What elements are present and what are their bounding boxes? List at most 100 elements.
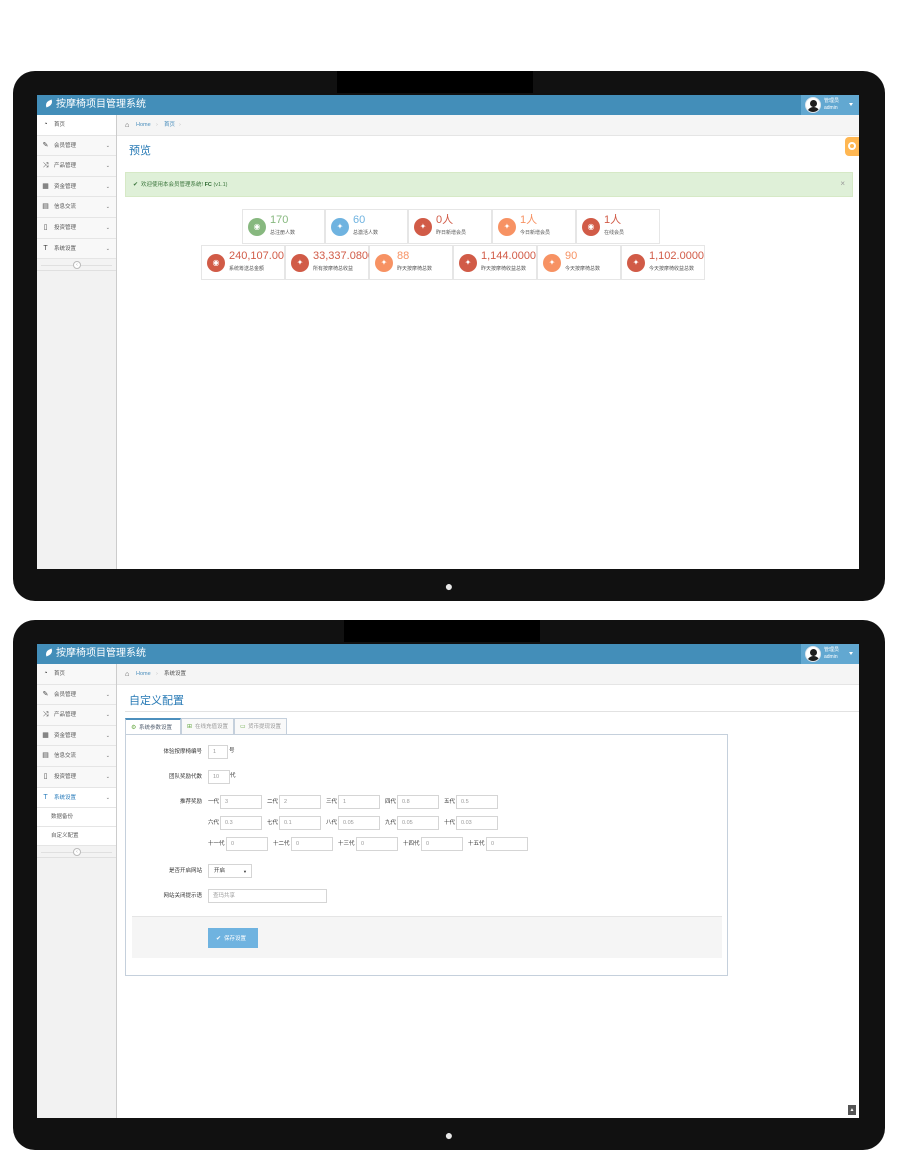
- screen-settings: 按摩椅项目管理系统 管理员 admin ◔ 首页 ✎ 会员管理 ⌄ ⤨ 产品管理 ⌄ ▦ 资…: [37, 644, 859, 1118]
- welcome-alert: ✔ 欢迎使用本会员管理系统! FC (v1.1) ×: [125, 172, 853, 197]
- team-reward-input[interactable]: 10: [208, 770, 230, 784]
- user-menu[interactable]: 管理员 admin: [801, 644, 859, 664]
- chevron-down-icon: ⌄: [105, 732, 110, 739]
- site-open-select[interactable]: 开启 ▼: [208, 864, 252, 878]
- chevron-down-icon: ⌄: [105, 183, 110, 190]
- gen-input[interactable]: 0: [226, 837, 268, 851]
- brand[interactable]: 按摩椅项目管理系统: [44, 648, 146, 660]
- stat-card: ◉ 170 总注册人数: [242, 209, 325, 244]
- sidebar-item-funds[interactable]: ▦ 资金管理 ⌄: [37, 725, 116, 747]
- settings-toggle[interactable]: [845, 137, 859, 156]
- sidebar-item-invest[interactable]: ▯ 投资管理 ⌄: [37, 217, 116, 239]
- gen-input[interactable]: 3: [220, 795, 262, 809]
- sidebar-item-label: 产品管理: [54, 712, 77, 719]
- comments-icon: ◉: [582, 218, 600, 236]
- stat-label: 系统筹送总金额: [229, 266, 265, 272]
- stat-value: 1人: [520, 214, 538, 226]
- breadcrumb-current[interactable]: 首页: [164, 122, 175, 129]
- gen-input[interactable]: 0.5: [456, 795, 498, 809]
- caret-down-icon: [849, 103, 853, 106]
- stat-label: 昨天按摩椅收益总数: [481, 266, 527, 272]
- sidebar-subitem-backup[interactable]: 数据备份: [37, 808, 116, 828]
- sidebar-item-members[interactable]: ✎ 会员管理 ⌄: [37, 135, 116, 157]
- site-open-label: 是否开启网站: [168, 868, 202, 874]
- form-actions: ✔ 保存设置: [132, 916, 722, 958]
- sidebar-item-messages[interactable]: ▤ 信息交流 ⌄: [37, 197, 116, 218]
- sidebar-item-products[interactable]: ⤨ 产品管理 ⌄: [37, 156, 116, 177]
- navbar: 按摩椅项目管理系统 管理员 admin: [37, 644, 859, 664]
- tab-online-recharge[interactable]: ⊞ 在线充值设置: [181, 718, 234, 735]
- gen-input[interactable]: 2: [279, 795, 321, 809]
- gen-input[interactable]: 0.1: [279, 816, 321, 830]
- monitor-top: 按摩椅项目管理系统 管理员 admin ◔ 首页 ✎ 会员管理 ⌄ ⤨ 产品管理 ⌄ ▦ 资…: [13, 71, 885, 601]
- team-reward-label: 团队奖励代数: [168, 774, 202, 780]
- sidebar-item-label: 资金管理: [54, 732, 77, 739]
- scroll-up-button[interactable]: ▲: [848, 1105, 856, 1115]
- stat-label: 今日新增会员: [520, 230, 551, 236]
- main-content: ⌂ Home › 系统设置 自定义配置 ⚙ 系统参数设置 ⊞ 在线充值设置 ▭ …: [117, 664, 859, 1118]
- stat-card: ◉ 1人 在线会员: [576, 209, 660, 244]
- collapse-icon[interactable]: ‹: [73, 261, 81, 270]
- breadcrumb-home[interactable]: Home: [136, 122, 151, 129]
- rec-reward-label: 推荐奖励: [179, 799, 202, 805]
- gen-input[interactable]: 0: [486, 837, 528, 851]
- save-button[interactable]: ✔ 保存设置: [208, 928, 258, 948]
- site-open-value: 开启: [214, 868, 226, 874]
- sidebar-item-messages[interactable]: ▤ 信息交流 ⌄: [37, 746, 116, 767]
- sidebar-item-home[interactable]: ◔ 首页: [37, 664, 116, 685]
- sidebar-item-label: 会员管理: [54, 691, 77, 698]
- sidebar-subitem-custom-config[interactable]: 自定义配置: [37, 827, 116, 847]
- gen-input[interactable]: 0.05: [338, 816, 380, 830]
- stat-value: 90: [565, 250, 578, 262]
- sidebar-item-settings[interactable]: T 系统设置 ⌄: [37, 238, 116, 260]
- avatar: [805, 97, 821, 113]
- stat-label: 昨天按摩椅总数: [397, 266, 433, 272]
- sidebar-item-label: 会员管理: [54, 142, 77, 149]
- calendar-icon: ▦: [42, 731, 49, 739]
- sidebar-collapse[interactable]: ‹: [37, 846, 116, 859]
- gen-input[interactable]: 0.03: [456, 816, 498, 830]
- sidebar-item-products[interactable]: ⤨ 产品管理 ⌄: [37, 705, 116, 726]
- brand[interactable]: 按摩椅项目管理系统: [44, 99, 146, 111]
- gen-input[interactable]: 0.8: [397, 795, 439, 809]
- stat-card: ✦ 0人 昨日新增会员: [408, 209, 492, 244]
- sidebar-item-label: 首页: [54, 671, 66, 677]
- gen-input[interactable]: 0: [356, 837, 398, 851]
- list-alt-icon: ▤: [42, 752, 49, 760]
- twitter-icon: ✦: [291, 254, 309, 272]
- chair-no-input[interactable]: 1: [208, 745, 228, 759]
- brand-title: 按摩椅项目管理系统: [56, 99, 146, 110]
- stat-card: ✦ 88 昨天按摩椅总数: [369, 245, 453, 280]
- avatar: [805, 646, 821, 662]
- twitter-icon: ✦: [627, 254, 645, 272]
- twitter-icon: ✦: [498, 218, 516, 236]
- sidebar-subitem-label: 自定义配置: [51, 833, 79, 840]
- gen-input[interactable]: 0: [421, 837, 463, 851]
- comments-icon: ◉: [207, 254, 225, 272]
- apple-logo: ●: [444, 1127, 454, 1143]
- user-name: admin: [824, 654, 838, 660]
- sidebar-item-members[interactable]: ✎ 会员管理 ⌄: [37, 684, 116, 706]
- close-tip-input[interactable]: 查玛共享: [208, 889, 327, 903]
- sidebar-collapse[interactable]: ‹: [37, 259, 116, 272]
- gen-input[interactable]: 0.3: [220, 816, 262, 830]
- calendar-icon: ▦: [42, 182, 49, 190]
- sidebar-item-home[interactable]: ◔ 首页: [37, 115, 116, 136]
- breadcrumb-home[interactable]: Home: [136, 671, 151, 678]
- user-menu[interactable]: 管理员 admin: [801, 95, 859, 115]
- close-icon[interactable]: ×: [840, 179, 845, 189]
- sidebar-item-funds[interactable]: ▦ 资金管理 ⌄: [37, 176, 116, 198]
- sidebar-item-settings[interactable]: T 系统设置 ⌄: [37, 787, 116, 809]
- stat-card: ✦ 1人 今日新增会员: [492, 209, 576, 244]
- team-reward-unit: 代: [230, 773, 236, 779]
- tab-currency-withdraw[interactable]: ▭ 货币提现设置: [234, 718, 287, 735]
- tab-system-params[interactable]: ⚙ 系统参数设置: [125, 718, 181, 735]
- gen-input[interactable]: 0.05: [397, 816, 439, 830]
- sidebar-item-invest[interactable]: ▯ 投资管理 ⌄: [37, 766, 116, 788]
- gen-input[interactable]: 0: [291, 837, 333, 851]
- check-icon: ✔: [133, 182, 139, 188]
- home-icon: ⌂: [125, 671, 130, 678]
- gen-input[interactable]: 1: [338, 795, 380, 809]
- collapse-icon[interactable]: ‹: [73, 848, 81, 857]
- sidebar: ◔ 首页 ✎ 会员管理 ⌄ ⤨ 产品管理 ⌄ ▦ 资金管理 ⌄ ▤ 信息交流 ⌄ ▯ 投资管理 ⌄ T…: [37, 115, 117, 569]
